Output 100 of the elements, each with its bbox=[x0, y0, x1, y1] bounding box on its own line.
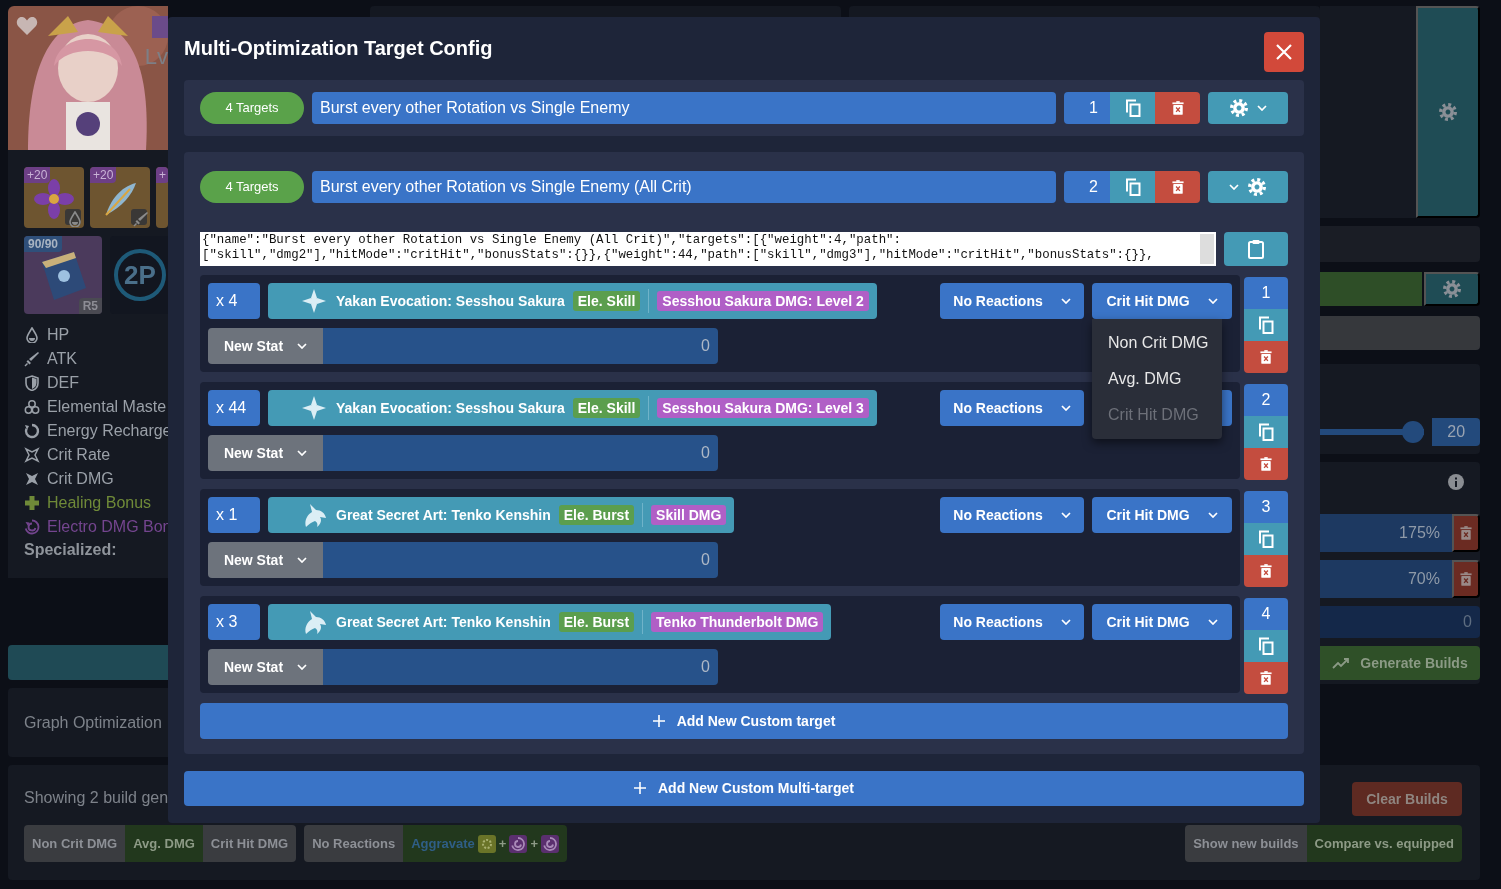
delete-button[interactable] bbox=[1452, 560, 1480, 598]
order-field[interactable]: 2 bbox=[1244, 383, 1288, 416]
toggle-button[interactable]: No Reactions bbox=[304, 825, 404, 862]
chevron-down-icon bbox=[1229, 183, 1239, 190]
settings-button[interactable] bbox=[1424, 272, 1480, 306]
order-field[interactable]: 4 bbox=[1244, 597, 1288, 630]
stat-value-field[interactable]: 0 bbox=[323, 327, 718, 364]
reaction-dropdown[interactable]: No Reactions bbox=[940, 282, 1084, 319]
weight-field[interactable]: x 3 bbox=[208, 603, 260, 640]
star-icon bbox=[24, 471, 40, 487]
stat-dropdown[interactable]: New Stat bbox=[208, 541, 323, 578]
add-target-button[interactable]: Add New Custom target bbox=[200, 702, 1288, 739]
artifact-tile[interactable]: +20 bbox=[90, 167, 150, 228]
toggle-button[interactable]: Non Crit DMG bbox=[24, 825, 126, 862]
delete-button[interactable] bbox=[1155, 91, 1200, 124]
stat-label: Crit DMG bbox=[47, 470, 114, 488]
value-field[interactable]: 0 bbox=[1320, 606, 1480, 638]
slider-thumb[interactable] bbox=[1402, 421, 1425, 443]
stat-value-field[interactable]: 0 bbox=[323, 541, 718, 578]
cycle-icon bbox=[24, 423, 40, 439]
info-icon[interactable] bbox=[1448, 474, 1464, 490]
order-field[interactable]: 1 bbox=[1244, 276, 1288, 309]
order-field[interactable]: 2 bbox=[1064, 170, 1110, 203]
copy-button[interactable] bbox=[1110, 170, 1155, 203]
target-count-badge: 4 Targets bbox=[200, 91, 304, 124]
paste-button[interactable] bbox=[1224, 231, 1288, 266]
delete-icon bbox=[1260, 670, 1272, 685]
reaction-dropdown[interactable]: No Reactions bbox=[940, 496, 1084, 533]
plus-icon bbox=[24, 495, 40, 511]
toggle-button[interactable]: Aggravate + + bbox=[403, 825, 567, 862]
menu-item[interactable]: Non Crit DMG bbox=[1092, 324, 1222, 361]
weight-field[interactable]: x 44 bbox=[208, 389, 260, 426]
name-field[interactable]: Burst every other Rotation vs Single Enemy (All Crit) bbox=[312, 170, 1056, 203]
plus-icon bbox=[634, 782, 646, 795]
target-button[interactable]: Yakan Evocation: Sesshou Sakura Ele. Skill Sesshou Sakura DMG: Level 2 bbox=[268, 282, 877, 319]
menu-item[interactable]: Avg. DMG bbox=[1092, 360, 1222, 397]
value-field[interactable]: 20 bbox=[1432, 418, 1480, 446]
stat-label: Healing Bonus bbox=[47, 494, 152, 512]
heart-icon[interactable] bbox=[16, 16, 38, 36]
hit-mode-dropdown[interactable]: Crit Hit DMG bbox=[1092, 496, 1232, 533]
order-field[interactable]: 1 bbox=[1064, 91, 1110, 124]
chevron-down-icon bbox=[1060, 618, 1071, 625]
stat-dropdown[interactable]: New Stat bbox=[208, 648, 323, 685]
stat-label: Energy Recharge bbox=[47, 422, 172, 440]
settings-button[interactable] bbox=[1208, 170, 1288, 203]
artifact-tile[interactable]: +20 bbox=[24, 167, 84, 228]
weapon-tile[interactable]: 90/90 R5 bbox=[24, 236, 102, 314]
reaction-dropdown[interactable]: No Reactions bbox=[940, 389, 1084, 426]
stat-value-field[interactable]: 0 bbox=[323, 648, 718, 685]
stat-label: Crit Rate bbox=[47, 446, 111, 464]
toggle-button[interactable]: Avg. DMG bbox=[125, 825, 203, 862]
stat-label: Elemental Maste bbox=[47, 398, 167, 416]
clipboard-icon bbox=[1248, 238, 1264, 259]
multiplier-field[interactable]: 70% bbox=[1320, 560, 1452, 598]
name-field[interactable]: Burst every other Rotation vs Single Enemy bbox=[312, 91, 1056, 124]
toggle-button[interactable]: Show new builds bbox=[1185, 825, 1307, 862]
stat-dropdown[interactable]: New Stat bbox=[208, 327, 323, 364]
sword-icon bbox=[133, 211, 149, 227]
settings-icon bbox=[1438, 102, 1458, 122]
copy-button[interactable] bbox=[1110, 91, 1155, 124]
delete-icon bbox=[1260, 563, 1272, 578]
target-button[interactable]: Great Secret Art: Tenko Kenshin Ele. Burst Skill DMG bbox=[268, 496, 735, 533]
section-label: Specialized: bbox=[24, 541, 118, 559]
delete-button[interactable] bbox=[1155, 170, 1200, 203]
json-text-area[interactable]: {"name":"Burst every other Rotation vs Single Enemy (All Crit)","targets":[{"weight":4,"path": ["skill","dmg2"],"hitMode":"critHit","bonusStats":{}},{"weight":44,"path":["skill","dmg3"],"hitMode":"critHit","bonusStats":{}}, bbox=[200, 231, 1216, 266]
delete-button[interactable] bbox=[1452, 514, 1480, 552]
toggle-button[interactable]: Compare vs. equipped bbox=[1306, 825, 1462, 862]
close-icon bbox=[1276, 44, 1292, 61]
clear-button[interactable]: Clear Builds bbox=[1352, 782, 1462, 816]
close-button[interactable] bbox=[1264, 32, 1304, 73]
delete-icon bbox=[1171, 100, 1184, 115]
target-button[interactable]: Yakan Evocation: Sesshou Sakura Ele. Skill Sesshou Sakura DMG: Level 3 bbox=[268, 389, 877, 426]
reaction-dropdown[interactable]: No Reactions bbox=[940, 603, 1084, 640]
add-multi-target-button[interactable]: Add New Custom Multi-target bbox=[184, 770, 1304, 806]
weight-field[interactable]: x 1 bbox=[208, 496, 260, 533]
shield-icon bbox=[24, 375, 40, 391]
weight-field[interactable]: x 4 bbox=[208, 282, 260, 319]
skill-tag: Ele. Burst bbox=[558, 504, 635, 525]
multiplier-field[interactable]: 175% bbox=[1320, 514, 1452, 552]
order-field[interactable]: 3 bbox=[1244, 490, 1288, 523]
settings-button[interactable] bbox=[1208, 91, 1288, 124]
hit-mode-dropdown[interactable]: Crit Hit DMG bbox=[1092, 282, 1232, 319]
chevron-down-icon bbox=[297, 663, 308, 670]
toggle-button[interactable]: Crit Hit DMG bbox=[202, 825, 297, 862]
generate-button[interactable]: Generate Builds bbox=[1320, 646, 1480, 680]
level-badge: +20 bbox=[24, 167, 51, 183]
chevron-down-icon bbox=[297, 342, 308, 349]
chevron-down-icon bbox=[1207, 618, 1218, 625]
hit-mode-dropdown[interactable]: Crit Hit DMG bbox=[1092, 603, 1232, 640]
stat-label: DEF bbox=[47, 374, 79, 392]
target-button[interactable]: Great Secret Art: Tenko Kenshin Ele. Burst Tenko Thunderbolt DMG bbox=[268, 603, 832, 640]
status-text: Showing 2 build gen bbox=[24, 789, 169, 807]
chevron-down-icon bbox=[1207, 511, 1218, 518]
stat-dropdown[interactable]: New Stat bbox=[208, 434, 323, 471]
menu-item[interactable]: Crit Hit DMG bbox=[1092, 396, 1222, 433]
stat-value-field[interactable]: 0 bbox=[323, 434, 718, 471]
copy-icon bbox=[1256, 635, 1276, 656]
level-badge: 90/90 bbox=[24, 236, 63, 252]
artifact-tile[interactable]: + bbox=[156, 167, 168, 228]
copy-icon bbox=[1256, 314, 1276, 335]
